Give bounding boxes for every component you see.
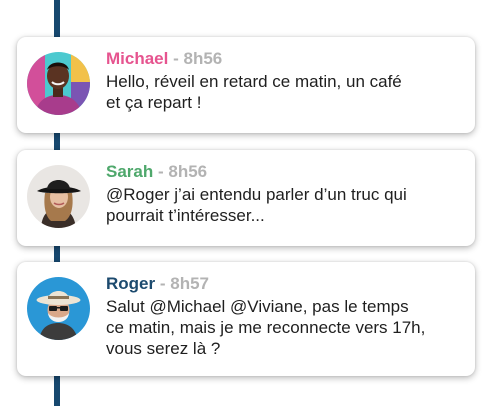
message-text: Hello, réveil en retard ce matin, un caf… bbox=[106, 72, 402, 112]
timestamp: 8h56 bbox=[183, 49, 223, 68]
author-name[interactable]: Roger bbox=[106, 274, 155, 293]
chat-timeline: Michael - 8h56 Hello, réveil en retard c… bbox=[0, 0, 489, 406]
message-content: Roger - 8h57 Salut @Michael @Viviane, pa… bbox=[106, 274, 463, 359]
avatar-roger-icon[interactable] bbox=[27, 277, 90, 340]
message-content: Michael - 8h56 Hello, réveil en retard c… bbox=[106, 49, 463, 113]
timestamp: 8h57 bbox=[170, 274, 210, 293]
message-card-sarah[interactable]: Sarah - 8h56 @Roger j’ai entendu parler … bbox=[17, 150, 475, 246]
timestamp: 8h56 bbox=[168, 162, 208, 181]
message-text: @Roger j’ai entendu parler d’un truc qui… bbox=[106, 185, 407, 225]
avatar-sarah-icon[interactable] bbox=[27, 165, 90, 228]
message-card-michael[interactable]: Michael - 8h56 Hello, réveil en retard c… bbox=[17, 37, 475, 133]
meta-separator: - bbox=[173, 49, 179, 68]
author-name[interactable]: Sarah bbox=[106, 162, 153, 181]
message-content: Sarah - 8h56 @Roger j’ai entendu parler … bbox=[106, 162, 463, 226]
meta-separator: - bbox=[159, 274, 166, 293]
message-meta: Sarah - 8h56 bbox=[106, 162, 463, 182]
message-meta: Roger - 8h57 bbox=[106, 274, 463, 294]
message-card-roger[interactable]: Roger - 8h57 Salut @Michael @Viviane, pa… bbox=[17, 262, 475, 376]
author-name[interactable]: Michael bbox=[106, 49, 168, 68]
message-meta: Michael - 8h56 bbox=[106, 49, 463, 69]
message-text: Salut @Michael @Viviane, pas le temps ce… bbox=[106, 297, 426, 358]
avatar-michael-icon[interactable] bbox=[27, 52, 90, 115]
meta-separator: - bbox=[157, 162, 164, 181]
